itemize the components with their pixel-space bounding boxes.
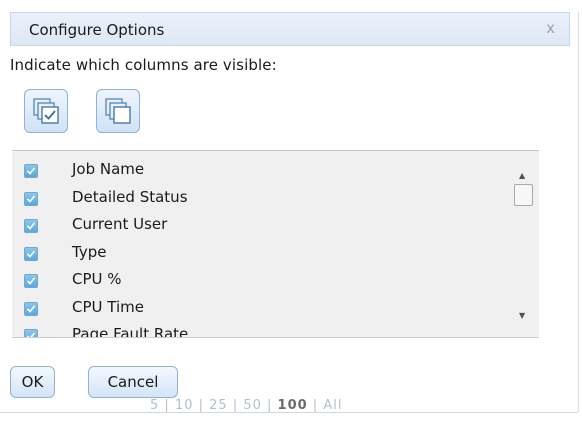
checkbox-checked-icon[interactable] bbox=[24, 329, 38, 337]
checkbox-checked-icon[interactable] bbox=[24, 219, 38, 233]
bottom-border bbox=[0, 412, 578, 413]
select-all-icon bbox=[33, 98, 59, 124]
deselect-all-button[interactable] bbox=[96, 89, 140, 133]
column-label: Type bbox=[72, 242, 107, 261]
scroll-down-arrow-icon[interactable]: ▼ bbox=[519, 311, 525, 320]
list-scrollbar[interactable]: ▲ ▼ bbox=[512, 151, 539, 337]
list-item[interactable]: Page Fault Rate bbox=[12, 322, 512, 337]
instruction-text: Indicate which columns are visible: bbox=[10, 56, 277, 74]
configure-options-dialog: Configure Options x Indicate which colum… bbox=[0, 0, 582, 424]
dialog-right-border bbox=[578, 12, 579, 412]
checkbox-checked-icon[interactable] bbox=[24, 246, 38, 261]
page-size-option-selected[interactable]: 100 bbox=[278, 398, 308, 413]
list-item[interactable]: Current User bbox=[12, 212, 512, 240]
column-label: Page Fault Rate bbox=[72, 325, 189, 337]
column-label: CPU Time bbox=[72, 297, 144, 316]
page-size-option[interactable]: 50 bbox=[243, 398, 262, 413]
dialog-title-bar: Configure Options x bbox=[10, 12, 570, 46]
list-item[interactable]: CPU % bbox=[12, 267, 512, 295]
list-item[interactable]: Type bbox=[12, 240, 512, 268]
checkbox-checked-icon[interactable] bbox=[24, 301, 38, 316]
scroll-thumb[interactable] bbox=[514, 184, 533, 206]
list-item[interactable]: CPU Time bbox=[12, 295, 512, 323]
checkbox-checked-icon[interactable] bbox=[24, 274, 38, 288]
list-item[interactable]: Job Name bbox=[12, 157, 512, 185]
page-size-option[interactable]: 25 bbox=[209, 398, 228, 413]
column-label: Job Name bbox=[72, 160, 145, 178]
checkbox-checked-icon[interactable] bbox=[24, 191, 38, 206]
page-size-option[interactable]: All bbox=[323, 398, 342, 413]
cancel-button[interactable]: Cancel bbox=[88, 366, 178, 398]
list-item[interactable]: Detailed Status bbox=[12, 185, 512, 213]
column-list[interactable]: Job Name Detailed Status Current User Ty… bbox=[12, 150, 539, 337]
close-icon[interactable]: x bbox=[546, 19, 555, 37]
scroll-up-arrow-icon[interactable]: ▲ bbox=[519, 171, 525, 180]
column-label: Current User bbox=[72, 215, 168, 233]
deselect-all-icon bbox=[105, 98, 131, 124]
column-label: CPU % bbox=[72, 270, 122, 288]
dialog-title: Configure Options bbox=[29, 21, 165, 39]
checkbox-checked-icon[interactable] bbox=[24, 164, 38, 178]
column-list-items: Job Name Detailed Status Current User Ty… bbox=[12, 157, 512, 337]
page-size-option[interactable]: 10 bbox=[175, 398, 194, 413]
select-all-button[interactable] bbox=[24, 89, 68, 133]
page-size-option[interactable]: 5 bbox=[150, 398, 159, 413]
list-divider bbox=[12, 337, 539, 338]
page-size-pager: 5 | 10 | 25 | 50 | 100 | All bbox=[150, 398, 343, 413]
ok-button[interactable]: OK bbox=[10, 366, 55, 398]
column-label: Detailed Status bbox=[72, 187, 188, 206]
